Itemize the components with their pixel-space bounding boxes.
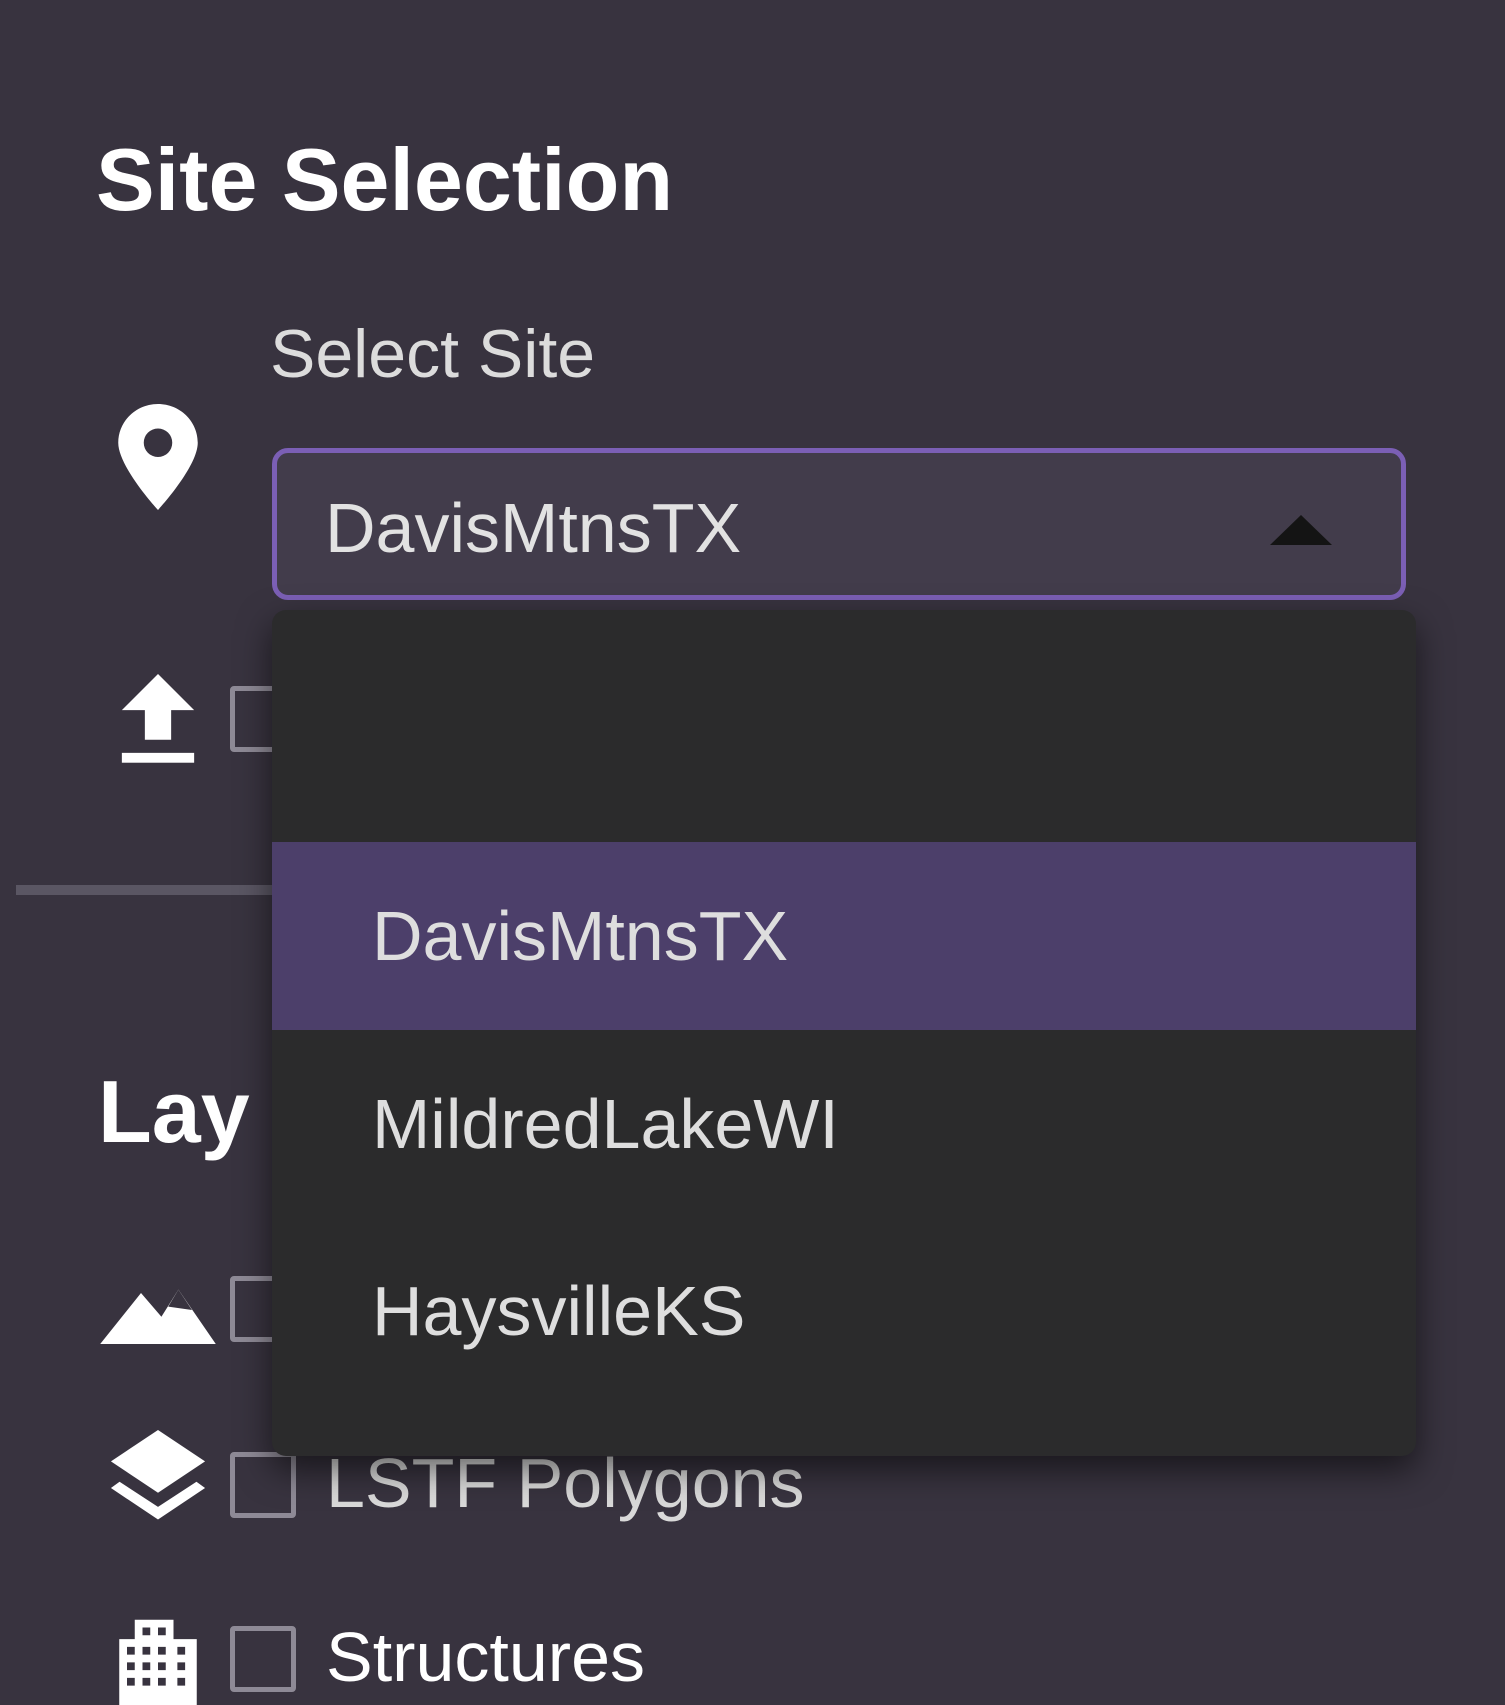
lstf-polygons-checkbox[interactable] [230, 1452, 296, 1518]
upload-icon [121, 674, 195, 763]
terrain-icon [100, 1289, 216, 1344]
caret-up-icon[interactable] [1270, 515, 1332, 545]
site-select[interactable]: DavisMtnsTX [272, 448, 1406, 600]
site-dropdown-menu: DavisMtnsTX MildredLakeWI HaysvilleKS [272, 610, 1416, 1456]
structures-checkbox[interactable] [230, 1626, 296, 1692]
layers-title: Lay [98, 1062, 250, 1161]
location-pin-icon [118, 404, 198, 510]
lstf-polygons-label: LSTF Polygons [326, 1444, 805, 1522]
dropdown-option-mildredlakewi[interactable]: MildredLakeWI [272, 1030, 1416, 1218]
dropdown-option-haysvilleks[interactable]: HaysvilleKS [272, 1217, 1416, 1405]
dropdown-option-davismtnstx[interactable]: DavisMtnsTX [272, 842, 1416, 1030]
selected-site-value: DavisMtnsTX [325, 489, 742, 567]
building-icon [119, 1619, 197, 1705]
select-site-label: Select Site [270, 316, 596, 392]
section-title: Site Selection [96, 130, 674, 229]
layers-icon [110, 1430, 206, 1520]
site-selection-panel: Site Selection Select Site DavisMtnsTX L… [0, 0, 1505, 1705]
dropdown-option-empty[interactable] [272, 610, 1416, 842]
structures-label: Structures [326, 1618, 645, 1696]
divider [16, 885, 316, 895]
